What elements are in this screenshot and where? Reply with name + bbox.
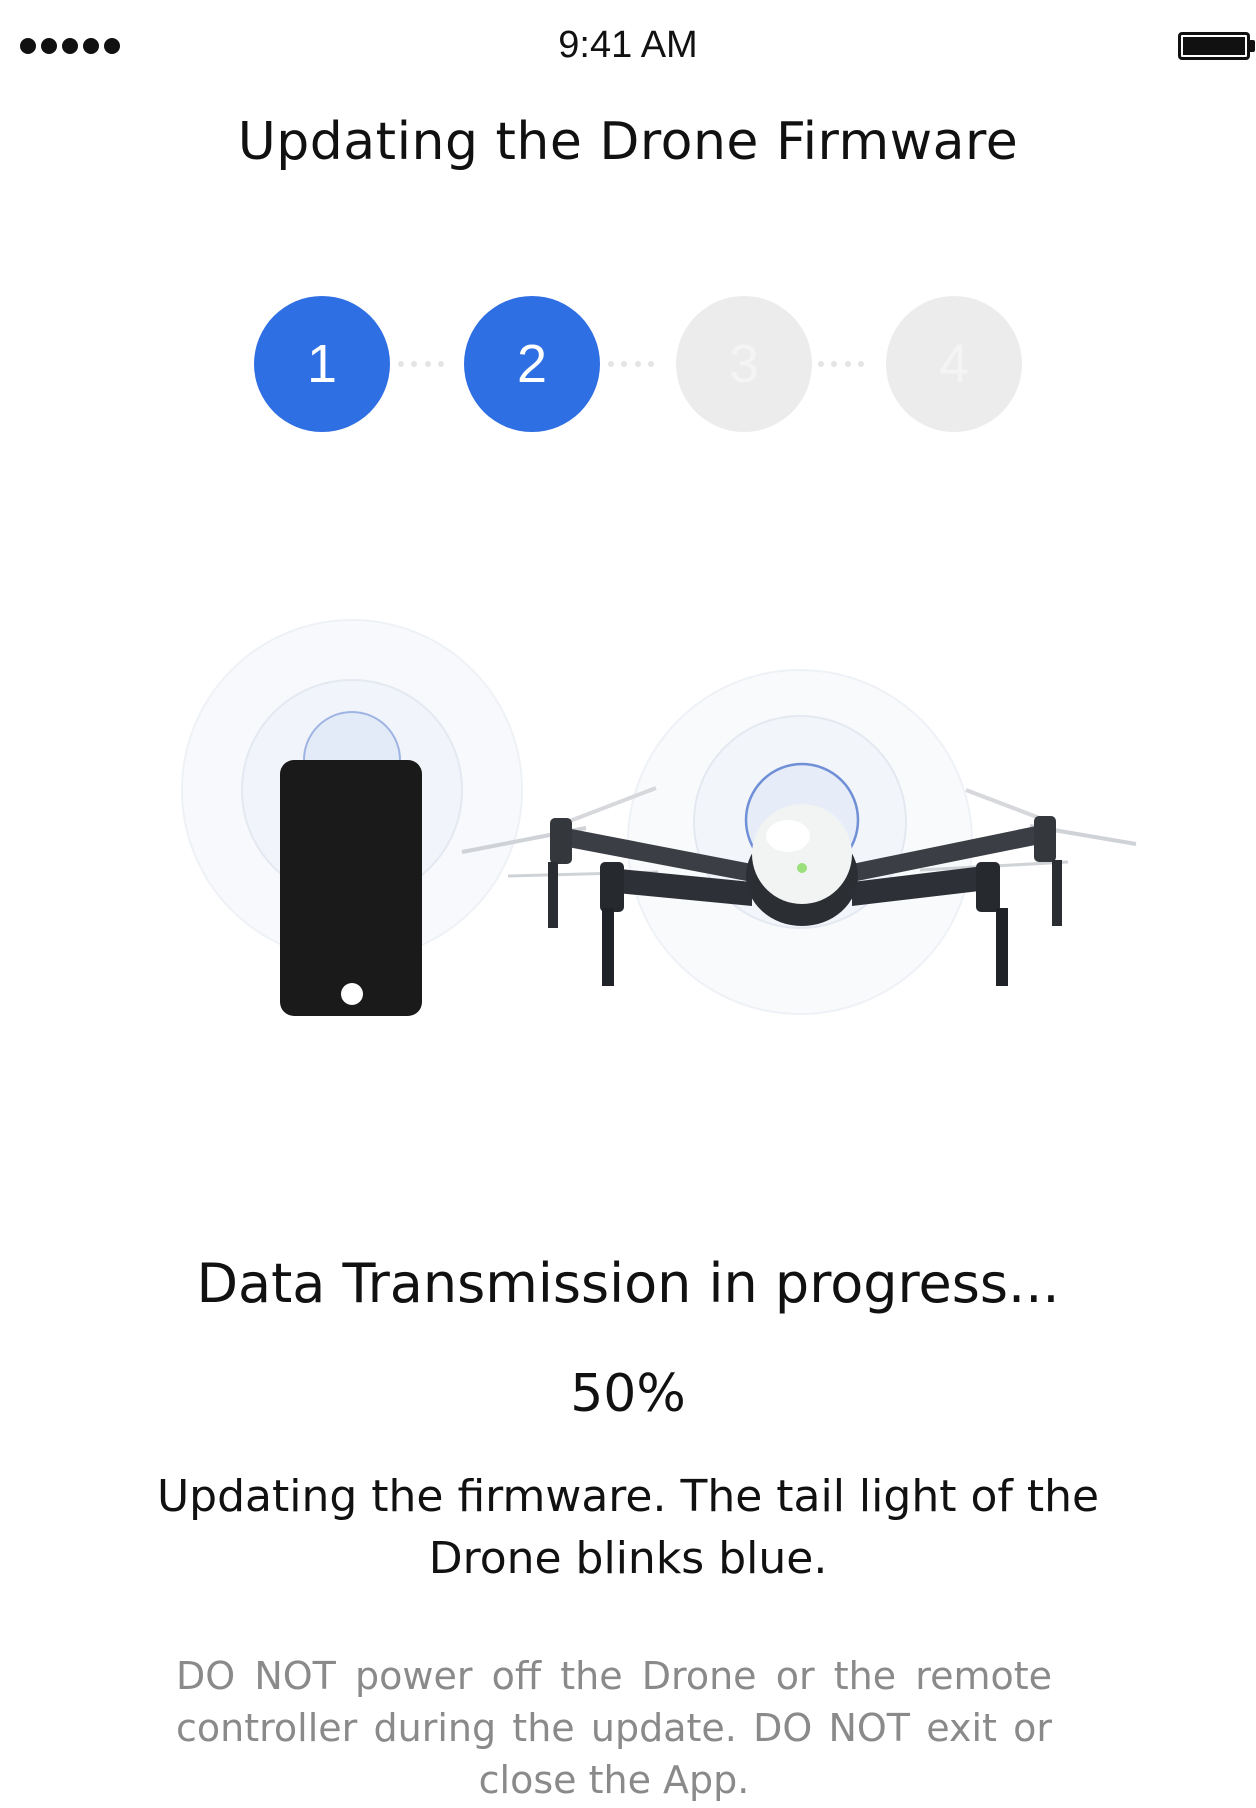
step-3: 3 bbox=[676, 296, 812, 432]
progress-percentage: 50% bbox=[570, 1364, 686, 1424]
smartphone-icon bbox=[280, 760, 422, 1016]
battery-full-icon bbox=[1178, 32, 1250, 60]
status-bar: 9:41 AM bbox=[0, 0, 1256, 96]
transmission-status-heading: Data Transmission in progress... bbox=[196, 1252, 1060, 1315]
step-connector bbox=[818, 360, 864, 368]
step-4: 4 bbox=[886, 296, 1022, 432]
pairing-illustration bbox=[0, 600, 1256, 1060]
illustration-svg bbox=[181, 619, 1137, 1016]
page-title: Updating the Drone Firmware bbox=[237, 112, 1019, 172]
step-2: 2 bbox=[464, 296, 600, 432]
step-connector bbox=[398, 360, 444, 368]
step-connector bbox=[608, 360, 654, 368]
step-indicator: 1 2 3 4 bbox=[0, 296, 1256, 436]
step-1: 1 bbox=[254, 296, 390, 432]
warning-message: DO NOT power off the Drone or the remote… bbox=[176, 1654, 1052, 1802]
battery-tip bbox=[1250, 40, 1255, 52]
status-time: 9:41 AM bbox=[558, 24, 698, 66]
update-description: Updating the firmware. The tail light of… bbox=[156, 1471, 1100, 1584]
